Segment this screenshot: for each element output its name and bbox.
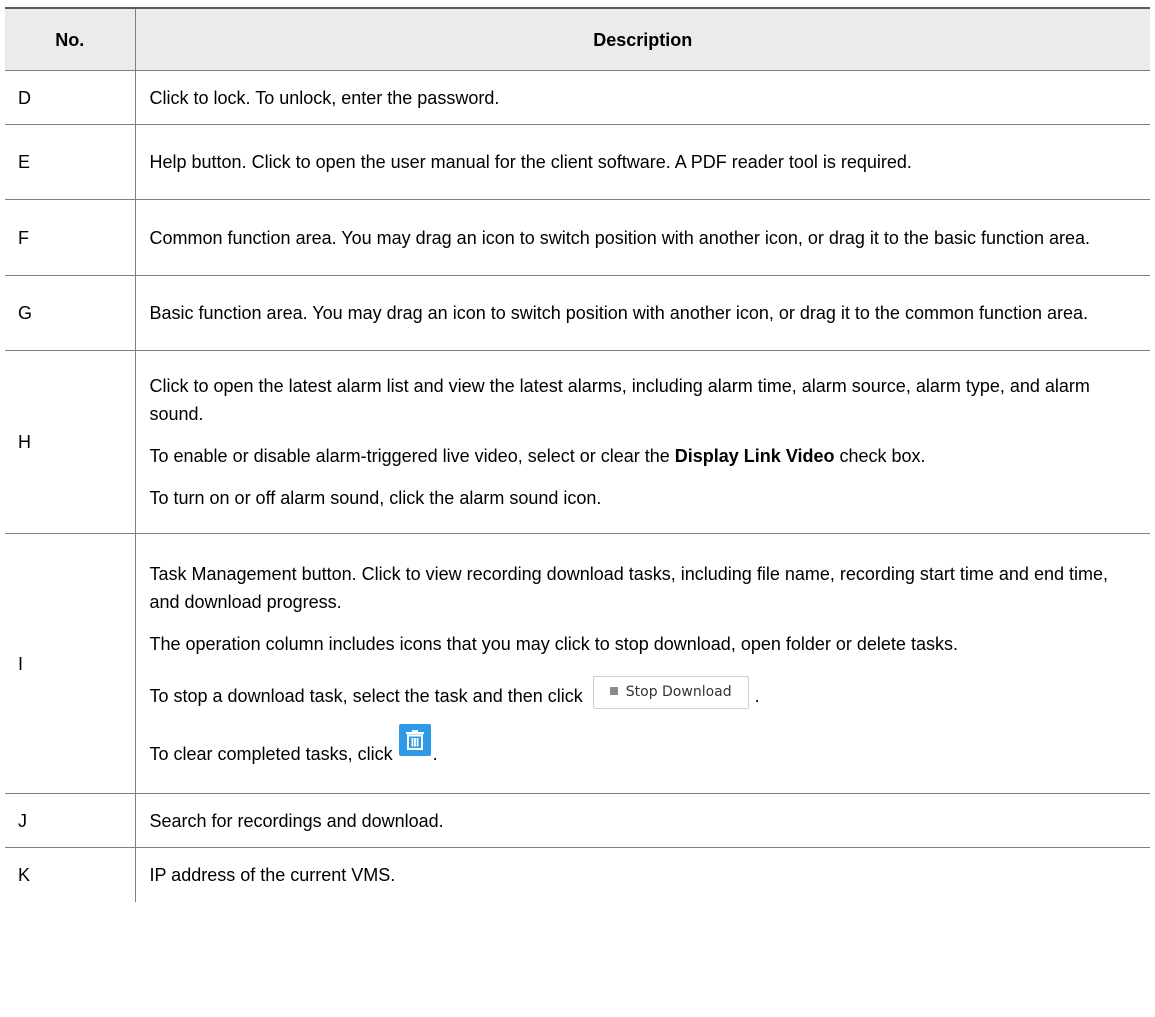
description-text: To enable or disable alarm-triggered liv…	[150, 442, 1141, 470]
description-text: IP address of the current VMS.	[149, 864, 396, 885]
stop-download-label: Stop Download	[625, 683, 732, 700]
row-description: Click to lock. To unlock, enter the pass…	[135, 70, 1150, 125]
description-text: To stop a download task, select the task…	[149, 675, 1141, 710]
description-text: Search for recordings and download.	[149, 810, 444, 831]
table-row: G Basic function area. You may drag an i…	[5, 275, 1150, 351]
row-description: IP address of the current VMS.	[135, 847, 1150, 902]
row-description: Task Management button. Click to view re…	[135, 533, 1150, 794]
table-row: I Task Management button. Click to view …	[5, 533, 1150, 794]
description-text: Click to open the latest alarm list and …	[149, 376, 1090, 424]
description-text: Basic function area. You may drag an ico…	[149, 303, 1089, 323]
table-row: F Common function area. You may drag an …	[5, 199, 1150, 276]
stop-download-button: Stop Download	[592, 675, 749, 709]
text-before-bold: To enable or disable alarm-triggered liv…	[149, 446, 675, 466]
row-description: Search for recordings and download.	[135, 793, 1150, 848]
table-row: H Click to open the latest alarm list an…	[5, 350, 1150, 534]
text-after-bold: check box.	[834, 446, 926, 466]
row-number: F	[5, 199, 136, 276]
row-number: I	[5, 533, 136, 794]
description-text: Help button. Click to open the user manu…	[149, 152, 912, 172]
ui-term-display-link-video: Display Link Video	[674, 446, 835, 466]
text-before-button: To stop a download task, select the task…	[149, 685, 583, 706]
row-number: H	[5, 350, 136, 534]
description-text: Common function area. You may drag an ic…	[149, 227, 1091, 248]
description-text: Task Management button. Click to view re…	[149, 563, 1108, 612]
table-row: D Click to lock. To unlock, enter the pa…	[5, 70, 1150, 125]
text-before-icon: To clear completed tasks, click	[149, 743, 393, 764]
row-description: Basic function area. You may drag an ico…	[135, 275, 1150, 351]
description-text: To turn on or off alarm sound, click the…	[149, 488, 602, 508]
row-description: Help button. Click to open the user manu…	[135, 124, 1150, 200]
row-description: Click to open the latest alarm list and …	[135, 350, 1150, 534]
description-text: The operation column includes icons that…	[149, 633, 958, 654]
row-number: E	[5, 124, 136, 200]
header-no: No.	[5, 7, 136, 71]
row-description: Common function area. You may drag an ic…	[135, 199, 1150, 276]
table-row: E Help button. Click to open the user ma…	[5, 124, 1150, 200]
stop-icon	[609, 686, 618, 695]
row-number: D	[5, 70, 136, 125]
row-number: G	[5, 275, 136, 351]
table-header-row: No. Description	[5, 7, 1150, 71]
text-after-icon: .	[432, 743, 438, 764]
description-table: No. Description D Click to lock. To unlo…	[5, 7, 1150, 902]
table-row: K IP address of the current VMS.	[5, 847, 1150, 902]
description-text: To clear completed tasks, click.	[149, 723, 1141, 768]
description-text: Click to lock. To unlock, enter the pass…	[149, 87, 500, 108]
text-after-button: .	[754, 685, 760, 706]
row-number: K	[5, 847, 136, 902]
header-description: Description	[135, 7, 1150, 71]
row-number: J	[5, 793, 136, 848]
table-row: J Search for recordings and download.	[5, 793, 1150, 848]
trash-icon	[398, 723, 431, 756]
